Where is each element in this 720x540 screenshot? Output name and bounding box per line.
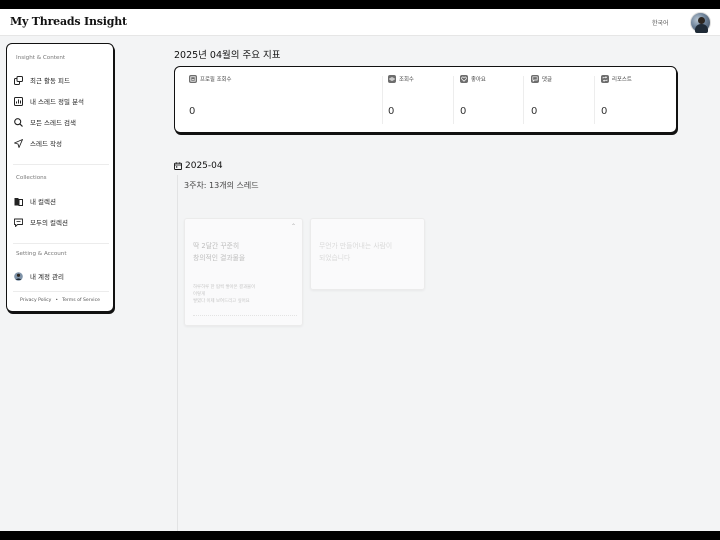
sidebar-item-account[interactable]: 내 계정 관리 [14,269,108,283]
sidebar-item-shared-collection[interactable]: 모두의 컬렉션 [14,215,108,229]
card-title-line: 딱 2달간 꾸준히 [193,242,240,250]
metric-separator [453,76,454,124]
card-body-line: 이렇게 [193,292,206,297]
avatar-head-shape [698,17,705,24]
sidebar-item-my-collection[interactable]: 내 컬렉션 [14,194,108,208]
privacy-policy-link[interactable]: Privacy Policy [20,298,51,303]
sidebar-item-analytics[interactable]: 내 스레드 정밀 분석 [14,94,108,108]
metric-value: 0 [531,106,538,117]
card-title-line: 창의적인 결과물을 [193,254,246,262]
analytics-icon [14,96,23,106]
user-avatar[interactable] [690,12,711,33]
section-title-insight: Insight & Content [16,55,66,61]
profile-views-icon [189,75,197,83]
sidebar-divider [13,164,109,165]
metric-label: 리포스트 [612,77,632,83]
sidebar-item-label: 스레드 작성 [30,140,62,148]
sidebar-divider [13,243,109,244]
feed-icon [14,75,23,85]
timeline-line [177,175,178,531]
page-title: 2025년 04월의 주요 지표 [174,50,281,61]
metric-value: 0 [388,106,395,117]
metric-label: 좋아요 [471,77,486,83]
card-body: 하루하루 한 땀씩 쌓아온 결과물이 이렇게 쌓였다 이제 보여드리고 싶어요 [193,284,297,305]
sidebar-item-label: 모든 스레드 검색 [30,119,76,127]
metric-separator [594,76,595,124]
sidebar-item-label: 내 스레드 정밀 분석 [30,98,85,106]
sidebar-item-label: 최근 활동 피드 [30,77,71,85]
top-bar: My Threads Insight 한국어 [0,9,720,36]
likes-icon [460,75,468,83]
metric-value: 0 [601,106,608,117]
month-header: 2025-04 [174,161,223,171]
sidebar-item-feed[interactable]: 최근 활동 피드 [14,73,108,87]
thread-card[interactable]: 무언가 만들어내는 사람이 되었습니다 [310,218,425,290]
metric-label: 프로필 조회수 [200,77,232,83]
metric-value: 0 [460,106,467,117]
brand-logo[interactable]: My Threads Insight [10,15,127,28]
metric-label: 조회수 [399,77,414,83]
sidebar-footer: Privacy Policy • Terms of Service [7,298,113,303]
account-avatar-icon [14,271,23,281]
comments-icon [531,75,539,83]
metrics-panel: 프로필 조회수 0 조회수 0 좋아요 0 댓글 0 리포스트 0 [174,66,677,133]
card-footer-divider [193,315,297,318]
shared-collection-icon [14,218,23,227]
sidebar-item-compose[interactable]: 스레드 작성 [14,136,108,150]
sidebar-item-label: 내 계정 관리 [30,273,65,281]
search-icon [14,117,23,127]
card-body-line: 쌓였다 이제 보여드리고 싶어요 [193,299,250,304]
month-label: 2025-04 [185,161,223,171]
sidebar-item-label: 내 컬렉션 [30,198,56,206]
terms-of-service-link[interactable]: Terms of Service [62,298,100,303]
metric-reposts: 리포스트 0 [601,75,671,125]
card-title-line: 되었습니다 [319,254,351,262]
sidebar-item-search[interactable]: 모든 스레드 검색 [14,115,108,129]
app-window: My Threads Insight 한국어 Insight & Content… [0,9,720,531]
section-title-account: Setting & Account [16,251,67,257]
footer-separator: • [55,298,59,303]
sidebar-item-label: 모두의 컬렉션 [30,219,68,227]
metric-value: 0 [189,106,196,117]
card-title-line: 무언가 만들어내는 사람이 [319,242,393,250]
sidebar-divider [13,291,109,292]
sidebar: Insight & Content 최근 활동 피드 내 스레드 정밀 분석 모… [6,43,114,312]
reposts-icon [601,75,609,83]
metric-likes: 좋아요 0 [460,75,526,125]
language-selector[interactable]: 한국어 [652,18,669,27]
send-icon [14,138,23,148]
week-summary: 3주차: 13개의 스레드 [184,181,259,190]
calendar-icon [174,162,182,170]
metric-comments: 댓글 0 [531,75,597,125]
metric-label: 댓글 [542,77,552,83]
metric-profile-views: 프로필 조회수 0 [189,75,379,125]
collection-icon [14,197,23,206]
thread-card[interactable]: ⌃ 딱 2달간 꾸준히 창의적인 결과물을 하루하루 한 땀씩 쌓아온 결과물이… [184,218,303,326]
section-title-collections: Collections [16,175,47,181]
card-body-line: 하루하루 한 땀씩 쌓아온 결과물이 [193,285,256,290]
metric-views: 조회수 0 [388,75,454,125]
pin-icon[interactable]: ⌃ [291,223,296,230]
metric-separator [382,76,383,124]
views-icon [388,75,396,83]
avatar-body-shape [695,24,708,33]
metric-separator [523,76,524,124]
